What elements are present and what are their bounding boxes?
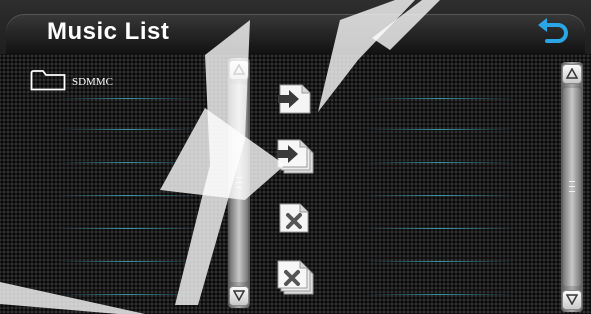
triangle-up-icon bbox=[566, 68, 578, 79]
add-file-icon bbox=[278, 84, 311, 114]
delete-all-files-icon bbox=[277, 260, 314, 295]
back-button[interactable] bbox=[535, 14, 571, 48]
left-scroll-track[interactable] bbox=[230, 84, 248, 282]
header: Music List bbox=[0, 0, 591, 54]
row-separator bbox=[58, 162, 198, 163]
music-list-screen: Music List SDMMC bbox=[0, 0, 591, 314]
row-separator bbox=[58, 294, 198, 295]
row-separator bbox=[365, 228, 515, 229]
folder-icon bbox=[30, 70, 66, 91]
row-separator bbox=[58, 261, 198, 262]
row-separator bbox=[58, 129, 198, 130]
page-title: Music List bbox=[47, 18, 170, 45]
grip-lines-icon[interactable] bbox=[236, 177, 242, 189]
list-item[interactable]: SDMMC bbox=[30, 68, 113, 92]
delete-all-files-button[interactable] bbox=[277, 260, 315, 296]
triangle-down-icon bbox=[233, 290, 245, 301]
row-separator bbox=[58, 195, 198, 196]
right-scroll-track[interactable] bbox=[563, 88, 581, 286]
row-separator bbox=[58, 98, 198, 99]
add-all-files-button[interactable] bbox=[277, 139, 315, 175]
add-all-files-icon bbox=[277, 139, 314, 174]
return-arrow-icon bbox=[538, 18, 568, 43]
grip-lines-icon[interactable] bbox=[569, 181, 575, 193]
left-scrollbar[interactable] bbox=[228, 58, 250, 308]
row-separator bbox=[365, 294, 515, 295]
row-separator bbox=[365, 98, 515, 99]
right-scrollbar[interactable] bbox=[561, 62, 583, 312]
add-file-button[interactable] bbox=[277, 82, 313, 116]
left-scroll-down-button[interactable] bbox=[229, 286, 249, 306]
delete-file-icon bbox=[279, 203, 309, 233]
triangle-up-icon bbox=[233, 64, 245, 75]
triangle-down-icon bbox=[566, 294, 578, 305]
row-separator bbox=[365, 261, 515, 262]
row-separator bbox=[365, 162, 515, 163]
left-scroll-up-button[interactable] bbox=[229, 60, 249, 80]
right-scroll-down-button[interactable] bbox=[562, 290, 582, 310]
row-separator bbox=[58, 228, 198, 229]
row-separator bbox=[365, 195, 515, 196]
row-separator bbox=[365, 129, 515, 130]
delete-file-button[interactable] bbox=[277, 202, 311, 234]
right-scroll-up-button[interactable] bbox=[562, 64, 582, 84]
list-item-label: SDMMC bbox=[72, 76, 113, 88]
